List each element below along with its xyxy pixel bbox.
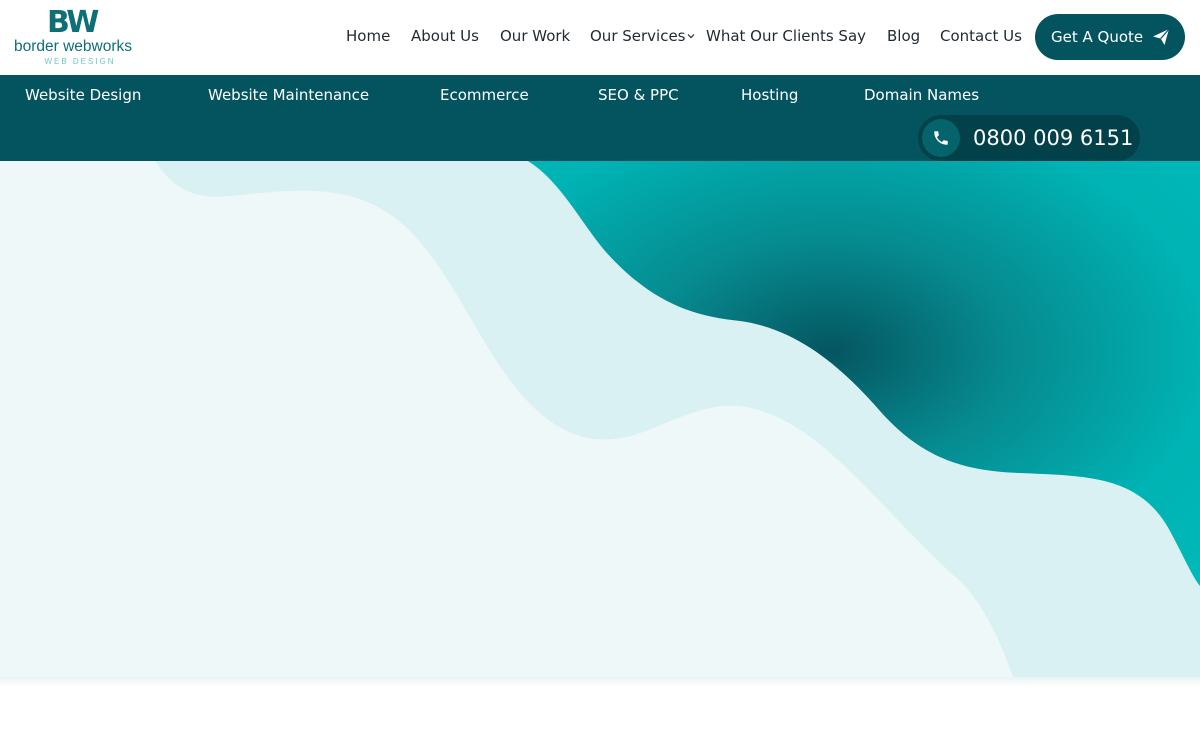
services-navigation: Website Design Website Maintenance Ecomm… (0, 75, 1200, 161)
service-website-design[interactable]: Website Design (25, 85, 141, 105)
nav-home[interactable]: Home (346, 26, 390, 46)
nav-about-us[interactable]: About Us (411, 26, 479, 46)
hero-wave-background (0, 161, 1200, 677)
hero-bottom-shadow (0, 677, 1200, 687)
service-hosting[interactable]: Hosting (741, 85, 798, 105)
service-domain-names[interactable]: Domain Names (864, 85, 979, 105)
service-seo-ppc[interactable]: SEO & PPC (598, 85, 679, 105)
nav-our-services[interactable]: Our Services (590, 26, 686, 46)
hero-banner (0, 161, 1200, 677)
service-ecommerce[interactable]: Ecommerce (440, 85, 529, 105)
chevron-down-icon[interactable] (687, 32, 695, 40)
service-website-maintenance[interactable]: Website Maintenance (208, 85, 369, 105)
nav-what-our-clients-say[interactable]: What Our Clients Say (706, 26, 866, 46)
phone-call-button[interactable]: 0800 009 6151 (918, 115, 1140, 161)
phone-icon-circle (922, 119, 960, 157)
site-header: BW border webworks WEB DESIGN Home About… (0, 0, 1200, 75)
nav-blog[interactable]: Blog (887, 26, 920, 46)
paper-plane-icon (1153, 28, 1170, 45)
get-a-quote-label: Get A Quote (1051, 28, 1144, 46)
main-navigation: Home About Us Our Work Our Services What… (0, 0, 1200, 75)
get-a-quote-button[interactable]: Get A Quote (1035, 14, 1185, 60)
phone-icon (934, 131, 948, 145)
nav-contact-us[interactable]: Contact Us (940, 26, 1022, 46)
phone-number: 0800 009 6151 (973, 126, 1134, 150)
nav-our-work[interactable]: Our Work (500, 26, 570, 46)
